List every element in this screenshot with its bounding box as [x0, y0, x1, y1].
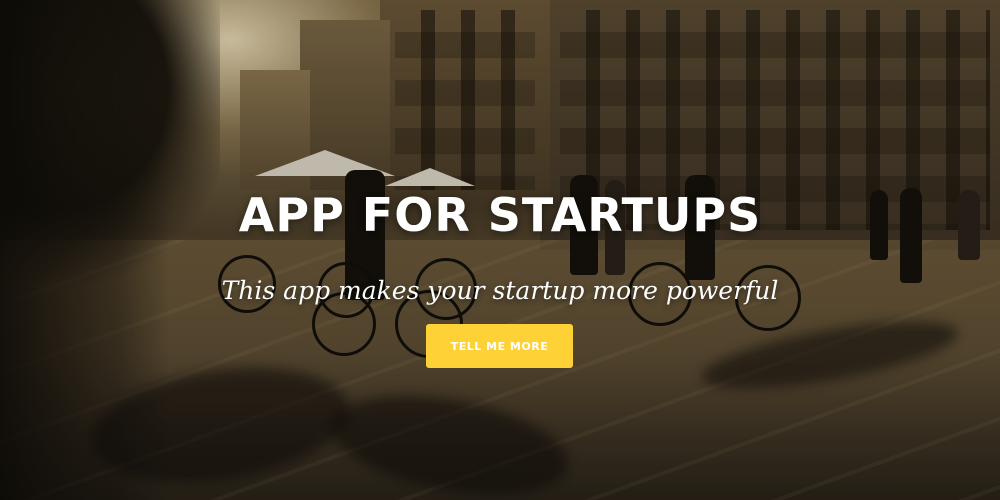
hero-subheading: This app makes your startup more powerfu… — [221, 276, 779, 305]
hero-content: APP FOR STARTUPS This app makes your sta… — [0, 0, 1000, 500]
hero-headline: APP FOR STARTUPS — [238, 188, 762, 242]
hero-section: APP FOR STARTUPS This app makes your sta… — [0, 0, 1000, 500]
tell-me-more-button[interactable]: TELL ME MORE — [426, 324, 573, 368]
